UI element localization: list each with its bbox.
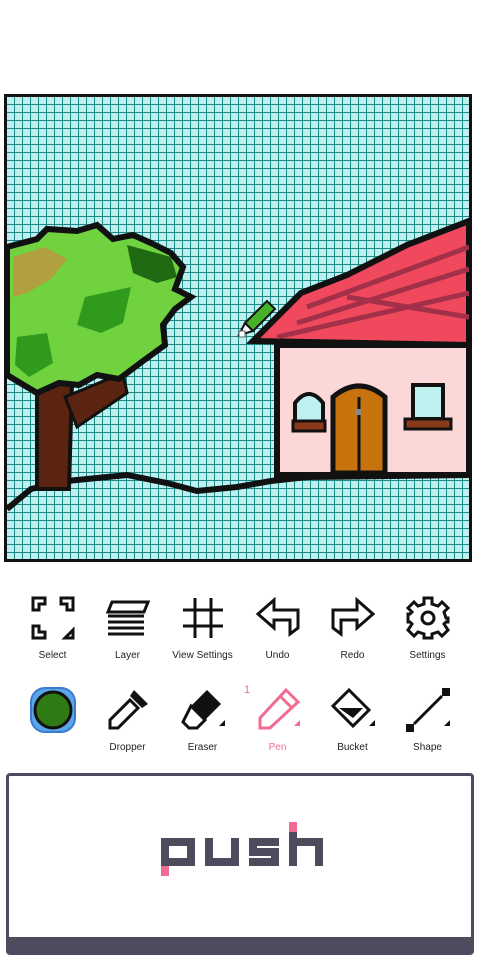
view-settings-button[interactable]: View Settings bbox=[165, 592, 240, 672]
eraser-label: Eraser bbox=[187, 742, 218, 753]
dropper-icon bbox=[108, 690, 148, 730]
redo-button[interactable]: Redo bbox=[315, 592, 390, 672]
shape-label: Shape bbox=[413, 742, 442, 753]
pixel-artwork bbox=[7, 217, 469, 512]
redo-icon bbox=[331, 596, 376, 637]
undo-icon bbox=[255, 596, 300, 637]
shape-button[interactable]: Shape bbox=[390, 684, 465, 764]
pen-size-badge: 1 bbox=[244, 684, 251, 696]
push-button[interactable]: push bbox=[6, 773, 474, 955]
settings-label: Settings bbox=[409, 650, 446, 661]
redo-label: Redo bbox=[340, 650, 365, 661]
dropper-button[interactable]: Dropper bbox=[90, 684, 165, 764]
bucket-icon bbox=[330, 687, 375, 729]
bucket-button[interactable]: Bucket bbox=[315, 684, 390, 764]
view-settings-label: View Settings bbox=[172, 650, 233, 661]
pen-icon bbox=[258, 687, 301, 730]
color-picker-button[interactable] bbox=[15, 684, 90, 764]
door-knob bbox=[355, 409, 361, 415]
dropper-label: Dropper bbox=[109, 742, 146, 753]
layer-label: Layer bbox=[114, 650, 140, 661]
push-logo bbox=[161, 822, 323, 876]
undo-button[interactable]: Undo bbox=[240, 592, 315, 672]
pen-button[interactable]: 1 Pen bbox=[240, 684, 315, 764]
toolbar-primary: Select Layer View Settings Undo Redo Set… bbox=[0, 592, 480, 672]
select-button[interactable]: Select bbox=[15, 592, 90, 672]
right-window bbox=[411, 383, 445, 421]
color-swatch-icon bbox=[30, 687, 76, 733]
pen-label: Pen bbox=[268, 742, 287, 753]
drawing-canvas[interactable] bbox=[4, 94, 472, 562]
gear-icon bbox=[405, 596, 451, 640]
layer-button[interactable]: Layer bbox=[90, 592, 165, 672]
ground-line bbox=[7, 471, 469, 512]
bucket-label: Bucket bbox=[337, 742, 368, 753]
toolbar-drawing: Dropper Eraser 1 Pen Bucket Shape bbox=[0, 684, 480, 764]
select-icon bbox=[31, 596, 75, 640]
eraser-button[interactable]: Eraser bbox=[165, 684, 240, 764]
layer-icon bbox=[105, 600, 151, 636]
eraser-icon bbox=[181, 690, 225, 730]
select-label: Select bbox=[38, 650, 67, 661]
shape-icon bbox=[406, 688, 450, 732]
grid-icon bbox=[183, 598, 223, 638]
settings-button[interactable]: Settings bbox=[390, 592, 465, 672]
house-roof bbox=[245, 217, 469, 349]
left-window bbox=[293, 392, 325, 425]
undo-label: Undo bbox=[265, 650, 290, 661]
